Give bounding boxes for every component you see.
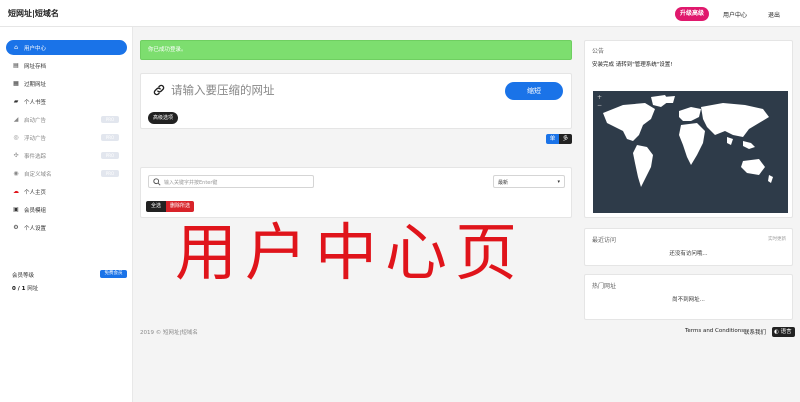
- membership-label: 会员等级: [12, 273, 35, 279]
- zoom-out-button[interactable]: −: [596, 102, 603, 109]
- announcement-text: 安装完成 请转到"管理系统"设置!: [592, 62, 673, 68]
- sidebar-item-user-center[interactable]: ⌂ 用户中心: [6, 40, 127, 55]
- sidebar-item-label: 自定义域名: [24, 171, 52, 178]
- sort-select[interactable]: 最新 ▾: [493, 175, 565, 188]
- sidebar-item-expired[interactable]: ▦ 过期网址: [6, 76, 127, 91]
- url-list-card: 输入关键字并按Enter键 最新 ▾ 全选 删除所选: [140, 167, 572, 218]
- url-input[interactable]: 请输入要压缩的网址: [171, 82, 275, 98]
- recent-visits-empty: 还没有访问哦...: [669, 251, 708, 257]
- pro-badge: PRO: [101, 152, 119, 159]
- single-mode-button[interactable]: 单: [546, 134, 559, 144]
- terms-link[interactable]: Terms and Conditions: [685, 328, 744, 334]
- language-button[interactable]: ◐ 语言: [772, 327, 795, 337]
- sidebar-item-splash-ads[interactable]: ◢ 启动广告 PRO: [6, 112, 127, 127]
- announcement-card: 公告 安装完成 请转到"管理系统"设置! + −: [584, 40, 793, 218]
- announcement-title: 公告: [592, 48, 605, 55]
- recent-visits-title: 最近访问: [592, 237, 617, 244]
- brand-logo[interactable]: 短网址|短域名: [8, 8, 59, 19]
- pro-badge: PRO: [101, 116, 119, 123]
- globe-icon: ◉: [13, 170, 19, 177]
- search-input[interactable]: 输入关键字并按Enter键: [148, 175, 314, 188]
- multi-mode-button[interactable]: 多: [559, 134, 572, 144]
- link-icon: [153, 84, 165, 96]
- advanced-options-button[interactable]: 高级选项: [148, 112, 179, 124]
- upgrade-button[interactable]: 升级高级: [675, 7, 710, 21]
- sidebar-item-overlay-ads[interactable]: ◎ 浮动广告 PRO: [6, 130, 127, 145]
- popular-urls-title: 热门网址: [592, 283, 617, 290]
- sidebar-item-custom-domain[interactable]: ◉ 自定义域名 PRO: [6, 166, 127, 181]
- sidebar-item-label: 会员模组: [24, 207, 47, 214]
- delete-selected-button[interactable]: 删除所选: [166, 201, 194, 212]
- zoom-in-button[interactable]: +: [596, 94, 603, 101]
- sort-value: 最新: [498, 180, 509, 186]
- usage-count: 0 / 1 网址: [12, 284, 38, 292]
- pro-badge: PRO: [101, 170, 119, 177]
- sidebar-item-event-tracking[interactable]: ✣ 事件选踪 PRO: [6, 148, 127, 163]
- pro-badge: PRO: [101, 134, 119, 141]
- page-caption-overlay: 用户中心页: [175, 216, 526, 289]
- select-all-button[interactable]: 全选: [146, 201, 166, 212]
- megaphone-icon: ◢: [13, 116, 19, 123]
- sidebar-item-label: 事件选踪: [24, 153, 47, 160]
- sidebar-item-settings[interactable]: ⚙ 个人设置: [6, 220, 127, 235]
- module-icon: ▣: [13, 206, 19, 213]
- logout-link[interactable]: 退出: [768, 10, 780, 19]
- circle-icon: ◎: [13, 134, 19, 141]
- folder-icon: ▰: [13, 98, 19, 105]
- user-center-link[interactable]: 用户中心: [723, 10, 747, 19]
- sidebar-item-label: 用户中心: [24, 45, 47, 52]
- sidebar-item-bookmarks[interactable]: ▰ 个人书签: [6, 94, 127, 109]
- sidebar-item-modules[interactable]: ▣ 会员模组: [6, 202, 127, 217]
- sidebar-item-label: 启动广告: [24, 117, 47, 124]
- sidebar: ⌂ 用户中心 ▤ 网址存档 ▦ 过期网址 ▰ 个人书签 ◢ 启动广告 PRO ◎…: [0, 27, 133, 402]
- sidebar-item-label: 个人主页: [24, 189, 47, 196]
- world-map[interactable]: + −: [593, 91, 788, 213]
- popular-urls-card: 热门网址 尚不到网址...: [584, 274, 793, 320]
- sidebar-item-label: 网址存档: [24, 63, 47, 70]
- shorten-card: 请输入要压缩的网址 缩短 高级选项: [140, 73, 572, 129]
- popular-urls-empty: 尚不到网址...: [672, 297, 705, 303]
- contact-link[interactable]: 联系我们: [744, 328, 766, 336]
- world-map-graphic: [603, 95, 773, 187]
- sidebar-item-label: 浮动广告: [24, 135, 47, 142]
- search-icon: [153, 178, 161, 186]
- success-alert: 你已成功登录。: [140, 40, 572, 60]
- search-placeholder: 输入关键字并按Enter键: [164, 180, 218, 186]
- recent-visits-card: 最近访问 实时更新 还没有访问哦...: [584, 228, 793, 266]
- usage-count-suffix: 网址: [27, 286, 39, 292]
- chevron-down-icon: ▾: [557, 179, 560, 185]
- archive-icon: ▤: [13, 62, 19, 69]
- sidebar-item-label: 个人书签: [24, 99, 47, 106]
- membership-badge: 免费会员: [100, 270, 127, 278]
- usage-count-value: 0 / 1: [12, 286, 26, 292]
- gear-icon: ⚙: [13, 224, 19, 231]
- top-navbar: 短网址|短域名 升级高级 用户中心 退出: [0, 0, 800, 27]
- shorten-button[interactable]: 缩短: [505, 82, 563, 100]
- sidebar-item-label: 过期网址: [24, 81, 47, 88]
- language-label: 语言: [780, 329, 792, 335]
- network-icon: ✣: [13, 152, 19, 159]
- footer-copyright: 2019 © 短网址|短域名: [140, 330, 198, 336]
- sidebar-item-label: 个人设置: [24, 225, 47, 232]
- globe-icon: ◐: [774, 329, 779, 335]
- home-icon: ⌂: [14, 44, 18, 51]
- cloud-icon: ☁: [13, 188, 19, 195]
- calendar-icon: ▦: [13, 80, 19, 87]
- realtime-note: 实时更新: [768, 237, 786, 242]
- sidebar-item-archive[interactable]: ▤ 网址存档: [6, 58, 127, 73]
- sidebar-item-homepage[interactable]: ☁ 个人主页: [6, 184, 127, 199]
